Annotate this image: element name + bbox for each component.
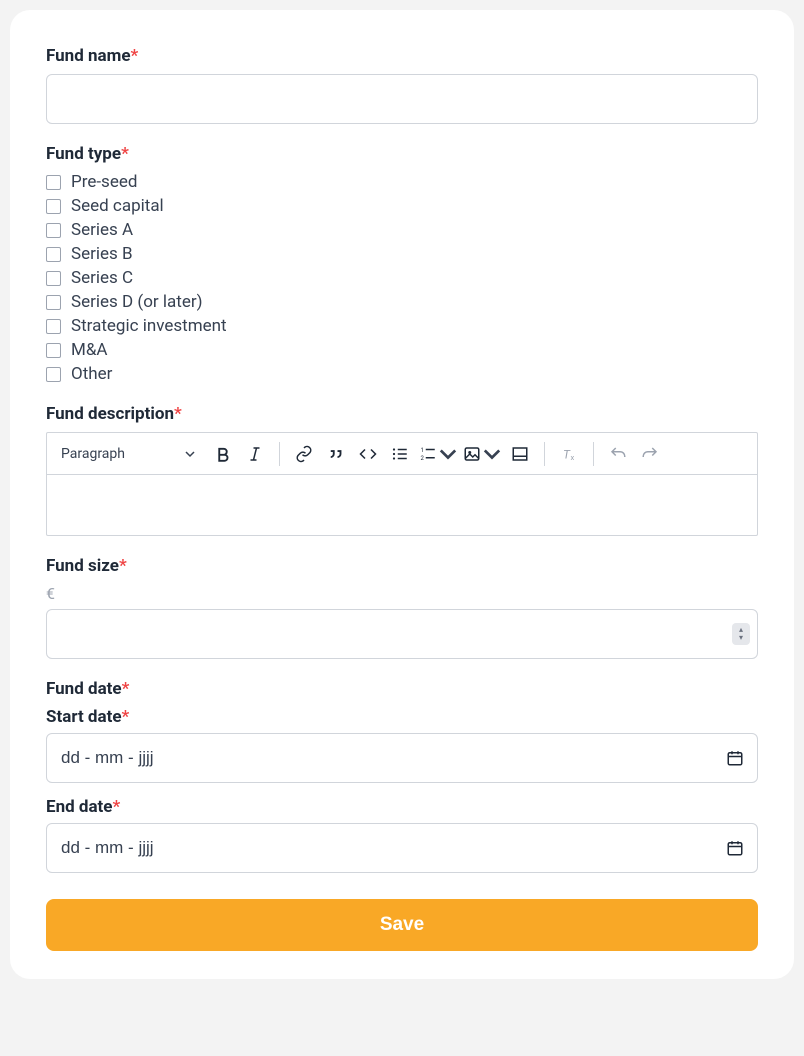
checkbox[interactable] — [46, 319, 61, 334]
fund-type-option: M&A — [46, 340, 758, 360]
fund-type-option: Series B — [46, 244, 758, 264]
toolbar-separator — [279, 442, 280, 466]
bold-button[interactable] — [207, 438, 239, 470]
link-button[interactable] — [288, 438, 320, 470]
svg-text:2: 2 — [421, 455, 425, 462]
fund-type-option-label: Seed capital — [71, 196, 164, 216]
fund-type-option: Other — [46, 364, 758, 384]
end-date-input[interactable] — [46, 823, 758, 873]
fund-type-list: Pre-seed Seed capital Series A Series B Seri… — [46, 172, 758, 384]
fund-type-option-label: Strategic investment — [71, 316, 227, 336]
fund-type-option: Strategic investment — [46, 316, 758, 336]
fund-name-group: Fund name* — [46, 46, 758, 124]
clear-formatting-button[interactable]: Tx — [553, 438, 585, 470]
fund-name-input[interactable] — [46, 74, 758, 124]
currency-symbol: € — [46, 584, 758, 603]
fund-size-label: Fund size* — [46, 556, 758, 576]
fund-type-group: Fund type* Pre-seed Seed capital Series A S… — [46, 144, 758, 384]
fund-type-option: Seed capital — [46, 196, 758, 216]
required-mark: * — [113, 797, 121, 817]
fund-type-option: Series A — [46, 220, 758, 240]
image-dropdown[interactable] — [460, 438, 504, 470]
redo-button[interactable] — [634, 438, 666, 470]
required-mark: * — [119, 556, 127, 576]
toolbar-separator — [593, 442, 594, 466]
code-button[interactable] — [352, 438, 384, 470]
numbered-list-dropdown[interactable]: 12 — [416, 438, 460, 470]
svg-text:1: 1 — [421, 446, 424, 453]
fund-type-label: Fund type* — [46, 144, 758, 164]
editor-toolbar: Paragraph — [47, 433, 757, 475]
paragraph-dropdown[interactable]: Paragraph — [57, 446, 207, 462]
chevron-down-icon — [185, 449, 195, 459]
checkbox[interactable] — [46, 271, 61, 286]
fund-description-label: Fund description* — [46, 404, 758, 424]
fund-size-input[interactable] — [46, 609, 758, 659]
fund-size-group: Fund size* € ▴ ▾ — [46, 556, 758, 659]
checkbox[interactable] — [46, 295, 61, 310]
required-mark: * — [121, 144, 129, 164]
checkbox[interactable] — [46, 199, 61, 214]
fund-type-option: Series D (or later) — [46, 292, 758, 312]
required-mark: * — [122, 707, 130, 727]
rich-text-editor: Paragraph — [46, 432, 758, 536]
chevron-down-icon — [483, 445, 501, 463]
fund-name-label: Fund name* — [46, 46, 758, 66]
fund-form-card: Fund name* Fund type* Pre-seed Seed capit… — [10, 10, 794, 979]
horizontal-rule-button[interactable] — [504, 438, 536, 470]
checkbox[interactable] — [46, 247, 61, 262]
chevron-down-icon: ▾ — [739, 634, 743, 642]
fund-type-option-label: M&A — [71, 340, 108, 360]
checkbox[interactable] — [46, 367, 61, 382]
fund-type-option-label: Other — [71, 364, 112, 384]
italic-button[interactable] — [239, 438, 271, 470]
fund-type-option: Series C — [46, 268, 758, 288]
editor-body[interactable] — [47, 475, 757, 535]
end-date-label: End date* — [46, 797, 758, 817]
fund-type-option-label: Series B — [71, 244, 133, 264]
save-button[interactable]: Save — [46, 899, 758, 951]
required-mark: * — [122, 679, 130, 699]
required-mark: * — [174, 404, 182, 424]
start-date-input[interactable] — [46, 733, 758, 783]
fund-type-option-label: Pre-seed — [71, 172, 137, 192]
bullet-list-button[interactable] — [384, 438, 416, 470]
fund-type-option: Pre-seed — [46, 172, 758, 192]
start-date-label: Start date* — [46, 707, 758, 727]
fund-type-option-label: Series D (or later) — [71, 292, 203, 312]
undo-button[interactable] — [602, 438, 634, 470]
fund-type-option-label: Series C — [71, 268, 133, 288]
fund-date-group: Fund date* Start date* End date* — [46, 679, 758, 873]
stepper-control[interactable]: ▴ ▾ — [732, 623, 750, 645]
checkbox[interactable] — [46, 223, 61, 238]
quote-button[interactable] — [320, 438, 352, 470]
checkbox[interactable] — [46, 175, 61, 190]
toolbar-separator — [544, 442, 545, 466]
required-mark: * — [131, 46, 139, 66]
fund-description-group: Fund description* Paragraph — [46, 404, 758, 536]
fund-date-label: Fund date* — [46, 679, 758, 699]
checkbox[interactable] — [46, 343, 61, 358]
chevron-down-icon — [439, 445, 457, 463]
fund-type-option-label: Series A — [71, 220, 133, 240]
svg-text:x: x — [571, 453, 575, 462]
